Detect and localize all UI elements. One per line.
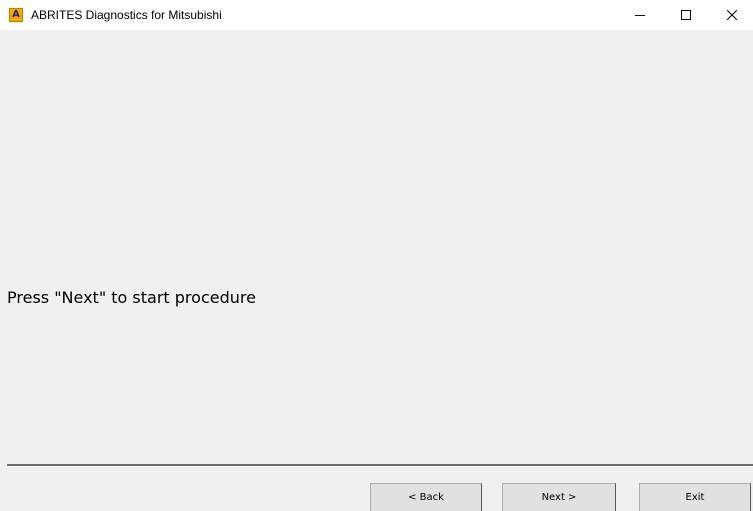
close-icon	[727, 10, 737, 20]
next-button[interactable]: Next >	[502, 483, 616, 511]
minimize-button[interactable]	[617, 0, 663, 30]
exit-button[interactable]: Exit	[639, 483, 751, 511]
abrites-app-icon[interactable]: A	[9, 8, 23, 22]
app-icon-letter: A	[12, 9, 20, 20]
close-button[interactable]	[709, 0, 753, 30]
maximize-icon	[681, 10, 691, 20]
title-bar[interactable]: A ABRITES Diagnostics for Mitsubishi	[0, 0, 753, 30]
back-button[interactable]: < Back	[370, 483, 482, 511]
instruction-text: Press "Next" to start procedure	[7, 288, 256, 307]
footer-bar: < Back Next > Exit	[0, 467, 753, 511]
main-panel: Press "Next" to start procedure	[0, 30, 753, 464]
maximize-button[interactable]	[663, 0, 709, 30]
app-window: A ABRITES Diagnostics for Mitsubishi Pre…	[0, 0, 753, 511]
window-title: ABRITES Diagnostics for Mitsubishi	[31, 8, 222, 22]
minimize-icon	[635, 15, 645, 16]
